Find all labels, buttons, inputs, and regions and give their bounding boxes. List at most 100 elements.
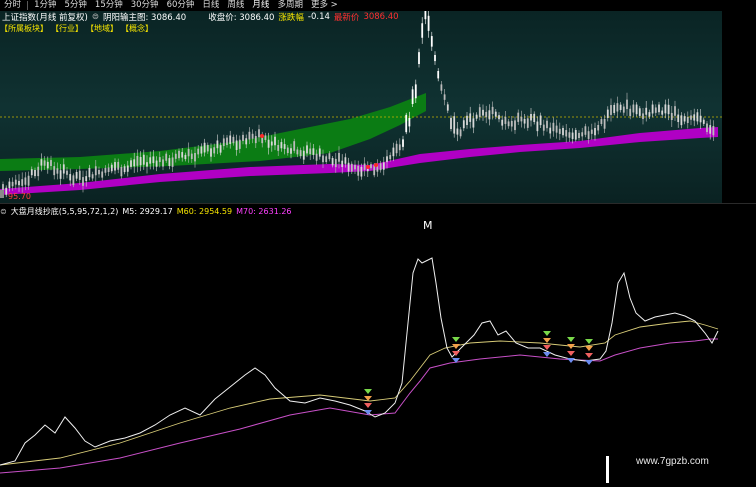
- main-indicator-label: 阴阳输主图: 3086.40: [102, 13, 187, 23]
- candle-body: [206, 144, 209, 152]
- candle-body: [248, 131, 251, 140]
- candle-body: [517, 112, 520, 122]
- candle-body: [680, 115, 683, 126]
- candle-body: [283, 144, 286, 149]
- period-tab-15min[interactable]: 15分钟: [91, 0, 127, 11]
- tag-region[interactable]: 【地域】: [86, 23, 121, 33]
- candle-body: [126, 165, 129, 172]
- main-price-chart[interactable]: 95.70: [0, 11, 756, 203]
- candle-body: [405, 114, 408, 133]
- candle-body: [120, 167, 123, 177]
- candle-body: [462, 120, 465, 129]
- period-tab-weekly[interactable]: 周线: [223, 0, 248, 11]
- security-title: 上证指数(月线 前复权): [2, 13, 88, 23]
- tag-industry[interactable]: 【行业】: [51, 23, 86, 33]
- candle-body: [286, 147, 289, 154]
- period-tab-5min[interactable]: 5分钟: [60, 0, 90, 11]
- candle-body: [606, 109, 609, 118]
- candle-body: [174, 153, 177, 159]
- candle-body: [280, 142, 283, 149]
- candle-body: [178, 150, 180, 159]
- candle-body: [133, 159, 136, 167]
- candle-body: [165, 153, 168, 161]
- period-tab-1min[interactable]: 1分钟: [30, 0, 60, 11]
- candle-body: [341, 160, 344, 168]
- indicator-toggle-icon[interactable]: ⊜: [90, 12, 101, 22]
- candle-body: [491, 106, 494, 115]
- candle-body: [664, 104, 667, 114]
- candle-body: [622, 106, 625, 113]
- stock-chart-window: 分时 | 1分钟 5分钟 15分钟 30分钟 60分钟 日线 周线 月线 多周期 …: [0, 0, 756, 487]
- candle-body: [216, 140, 219, 149]
- tag-concept[interactable]: 【概念】: [121, 23, 156, 33]
- candle-body: [245, 138, 248, 145]
- candle-body: [494, 111, 497, 117]
- candle-body: [478, 107, 481, 118]
- candle-body: [50, 160, 52, 166]
- candle-body: [670, 112, 673, 121]
- candle-body: [626, 99, 628, 110]
- candle-body: [203, 142, 206, 153]
- candle-body: [427, 15, 430, 31]
- candle-body: [162, 159, 164, 167]
- candle-body: [24, 177, 27, 185]
- candle-body: [318, 148, 321, 157]
- candle-body: [328, 153, 331, 160]
- candle-body: [130, 160, 132, 167]
- candle-body: [654, 107, 657, 113]
- candle-body: [219, 145, 222, 153]
- candle-body: [395, 143, 398, 154]
- candle-body: [418, 52, 420, 64]
- candle-body: [91, 174, 94, 179]
- scroll-handle-left[interactable]: [0, 190, 4, 198]
- candle-body: [123, 166, 126, 173]
- candle-body: [136, 155, 139, 166]
- indicator-peak-label: M: [423, 219, 433, 232]
- candle-body: [674, 106, 676, 116]
- candle-body: [699, 115, 702, 123]
- candle-body: [43, 160, 46, 166]
- candle-body: [434, 55, 436, 62]
- candle-body: [98, 169, 100, 175]
- indicator-settings-icon[interactable]: ⊜: [0, 207, 11, 216]
- candle-body: [101, 171, 104, 178]
- candle-body: [299, 150, 302, 157]
- candle-body: [69, 174, 72, 181]
- candle-body: [78, 170, 81, 180]
- candle-body: [485, 111, 488, 118]
- period-tab-30min[interactable]: 30分钟: [127, 0, 163, 11]
- indicator-chart[interactable]: M: [0, 203, 756, 487]
- candle-body: [597, 124, 600, 131]
- candle-body: [235, 140, 238, 150]
- candle-body: [430, 36, 433, 47]
- candle-body: [226, 137, 228, 145]
- candle-body: [194, 153, 196, 162]
- candle-body: [555, 125, 558, 133]
- change-label: 涨跌幅: [278, 13, 304, 23]
- candle-body: [520, 116, 523, 122]
- candle-body: [437, 71, 440, 79]
- period-tab-daily[interactable]: 日线: [198, 0, 223, 11]
- candle-body: [290, 148, 292, 154]
- candle-body: [357, 165, 360, 176]
- candle-body: [331, 158, 334, 166]
- tag-sector[interactable]: 【所属板块】: [0, 23, 51, 33]
- period-tab-multi[interactable]: 多周期: [273, 0, 307, 11]
- candle-body: [411, 89, 414, 104]
- period-tab-monthly[interactable]: 月线: [248, 0, 273, 11]
- period-tab-intraday[interactable]: 分时: [0, 0, 25, 11]
- candle-body: [88, 167, 91, 178]
- candle-body: [414, 84, 417, 99]
- candle-body: [242, 134, 244, 141]
- period-tab-more[interactable]: 更多 >: [307, 0, 342, 11]
- ma70-label: M70: 2631.26: [236, 207, 292, 216]
- indicator-name[interactable]: 大盘月线抄底(5,5,95,72,1,2): [11, 206, 123, 217]
- candle-body: [264, 135, 267, 140]
- candle-body: [66, 170, 68, 175]
- min-price-label: 95.70: [8, 192, 31, 201]
- candle-body: [558, 128, 561, 134]
- period-tab-60min[interactable]: 60分钟: [163, 0, 199, 11]
- candle-body: [34, 170, 36, 177]
- ma60-label: M60: 2954.59: [176, 207, 233, 216]
- candle-body: [446, 104, 449, 111]
